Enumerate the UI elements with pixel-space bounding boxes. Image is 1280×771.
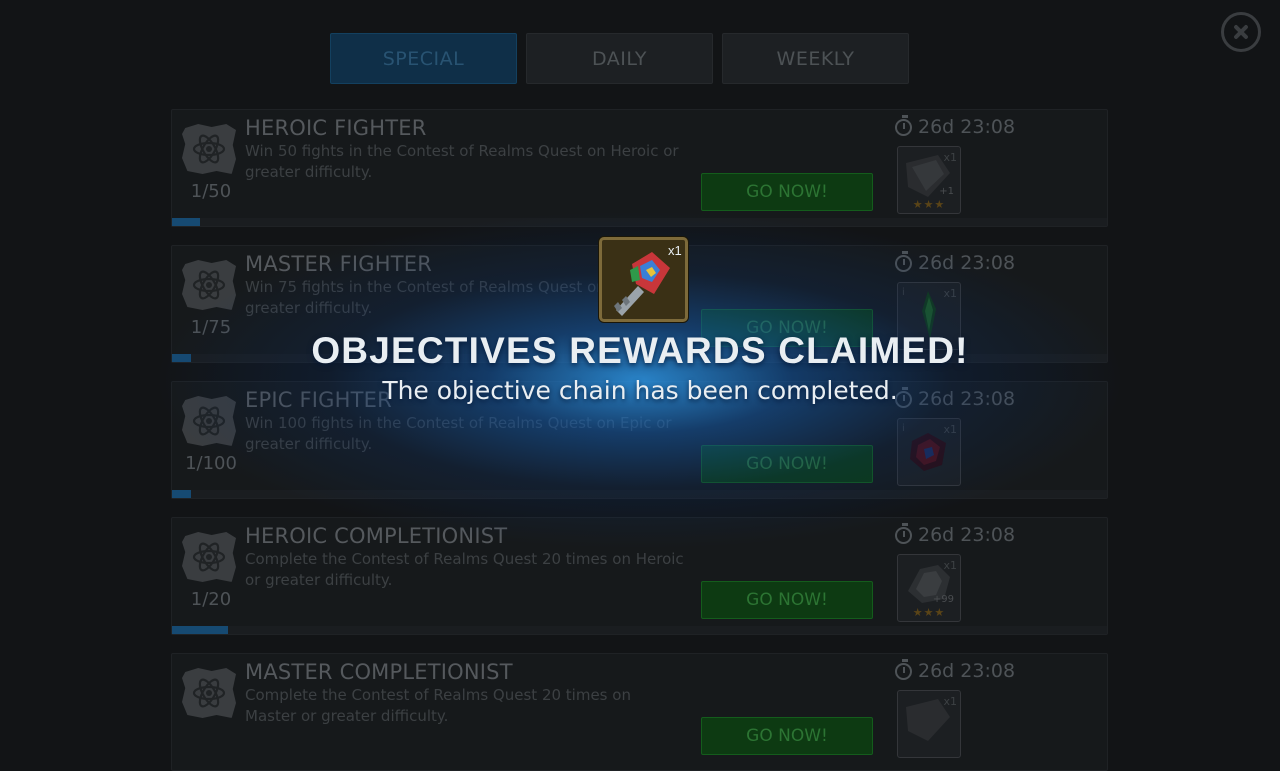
objective-description: Win 50 fights in the Contest of Realms Q…	[245, 142, 679, 181]
objective-description: Win 100 fights in the Contest of Realms …	[245, 414, 672, 453]
objective-title: MASTER COMPLETIONIST	[245, 660, 513, 684]
objective-row: 1/20 HEROIC COMPLETIONIST Complete the C…	[171, 517, 1108, 635]
timer: 26d 23:08	[895, 522, 1016, 546]
reward-tile[interactable]: x1 +1 ★★★	[897, 146, 961, 214]
progress-count: 1/100	[185, 453, 237, 474]
tab-bar: SPECIAL DAILY WEEKLY	[330, 33, 909, 84]
objective-title: HEROIC FIGHTER	[245, 116, 427, 140]
claim-subline: The objective chain has been completed.	[382, 376, 898, 405]
reward-tile[interactable]: i x1	[897, 418, 961, 486]
objective-title: HEROIC COMPLETIONIST	[245, 524, 508, 548]
timer: 26d 23:08	[895, 250, 1016, 274]
stopwatch-icon	[895, 658, 912, 680]
tab-special[interactable]: SPECIAL	[330, 33, 517, 84]
stopwatch-icon	[895, 114, 912, 136]
timer-text: 26d 23:08	[918, 252, 1016, 274]
progress-fill	[172, 490, 191, 498]
go-now-button[interactable]: GO NOW!	[701, 173, 873, 211]
atom-icon	[182, 668, 236, 718]
atom-icon	[182, 532, 236, 582]
atom-icon	[182, 124, 236, 174]
progress-bar	[172, 490, 1107, 498]
progress-bar	[172, 626, 1107, 634]
reward-quantity: x1	[943, 151, 957, 164]
close-icon[interactable]	[1221, 12, 1261, 52]
atom-icon	[182, 260, 236, 310]
go-now-button[interactable]: GO NOW!	[701, 717, 873, 755]
objective-row: 1/50 HEROIC FIGHTER Win 50 fights in the…	[171, 109, 1108, 227]
progress-bar	[172, 218, 1107, 226]
reward-quantity: x1	[943, 287, 957, 300]
objective-description: Complete the Contest of Realms Quest 20 …	[245, 550, 684, 589]
reward-item-quantity: x1	[668, 243, 682, 258]
objective-title: MASTER FIGHTER	[245, 252, 433, 276]
go-now-button[interactable]: GO NOW!	[701, 581, 873, 619]
timer: 26d 23:08	[895, 658, 1016, 682]
stopwatch-icon	[895, 522, 912, 544]
tab-daily[interactable]: DAILY	[526, 33, 713, 84]
reward-tile[interactable]: x1 +99 ★★★	[897, 554, 961, 622]
objective-row: MASTER COMPLETIONIST Complete the Contes…	[171, 653, 1108, 771]
progress-fill	[172, 626, 229, 634]
reward-quantity: x1	[943, 695, 957, 708]
timer-text: 26d 23:08	[918, 524, 1016, 546]
stopwatch-icon	[895, 250, 912, 272]
progress-count: 1/50	[190, 181, 232, 202]
timer-text: 26d 23:08	[918, 660, 1016, 682]
go-now-button[interactable]: GO NOW!	[701, 445, 873, 483]
progress-fill	[172, 218, 201, 226]
reward-stars: ★★★	[912, 606, 946, 619]
timer: 26d 23:08	[895, 114, 1016, 138]
reward-bonus: +1	[939, 186, 954, 197]
reward-stars: ★★★	[912, 198, 946, 211]
tab-weekly[interactable]: WEEKLY	[722, 33, 909, 84]
progress-count: 1/20	[190, 589, 232, 610]
objective-description: Complete the Contest of Realms Quest 20 …	[245, 686, 631, 725]
reward-tile[interactable]: x1	[897, 690, 961, 758]
timer-text: 26d 23:08	[918, 116, 1016, 138]
reward-quantity: x1	[943, 423, 957, 436]
reward-quantity: x1	[943, 559, 957, 572]
reward-bonus: +99	[932, 594, 954, 605]
claim-headline: OBJECTIVES REWARDS CLAIMED!	[311, 330, 969, 371]
